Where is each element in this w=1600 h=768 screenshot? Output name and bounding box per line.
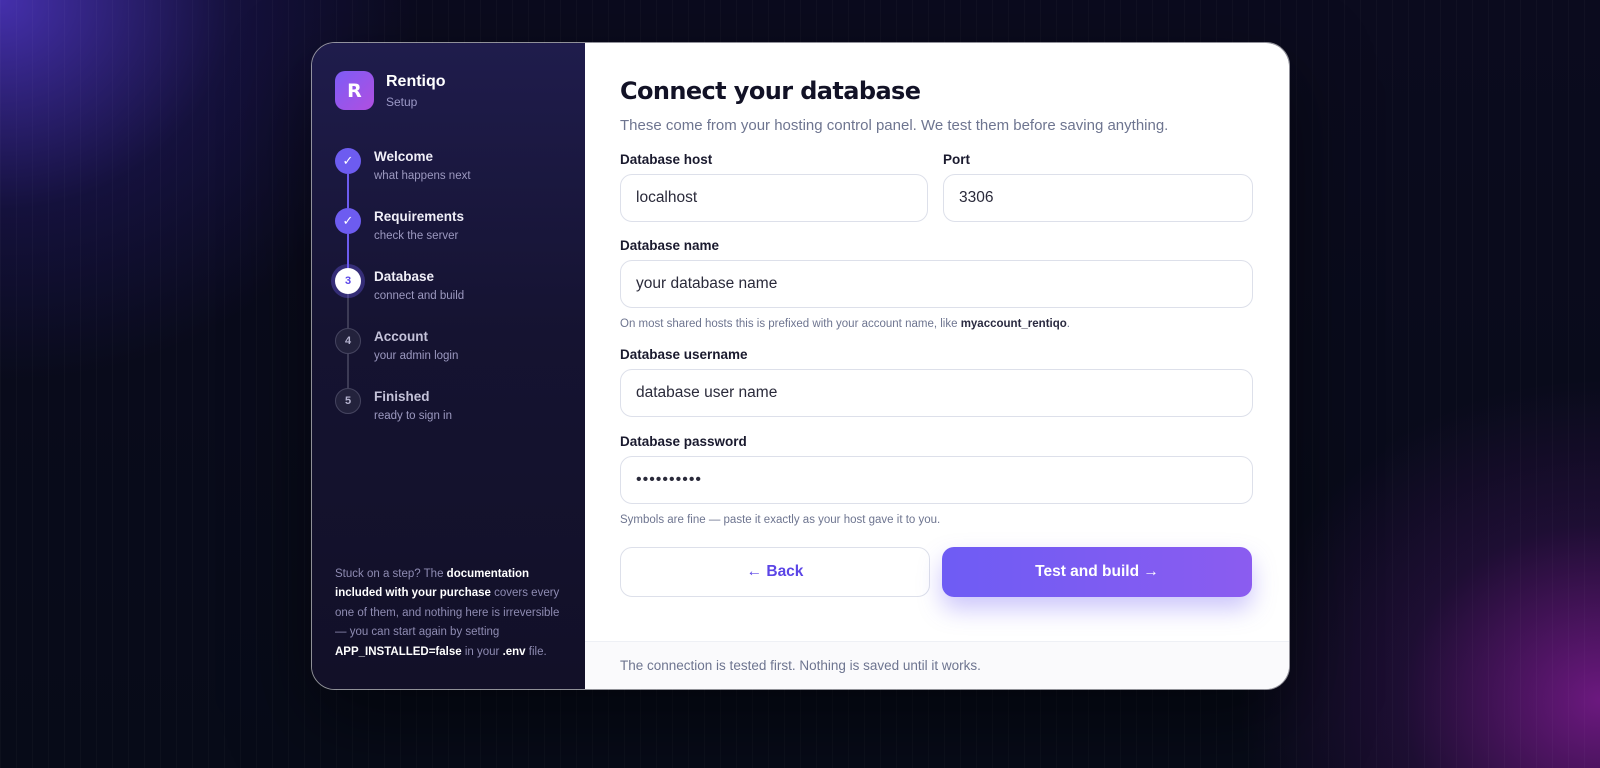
logo-icon: R	[335, 71, 374, 110]
port-input[interactable]	[943, 174, 1253, 222]
back-button[interactable]: ← Back	[620, 547, 930, 597]
host-field: Database host	[620, 152, 928, 222]
step-description: what happens next	[374, 170, 471, 182]
footer-note: The connection is tested first. Nothing …	[585, 641, 1289, 689]
port-field: Port	[943, 152, 1253, 222]
database-name-input[interactable]	[620, 260, 1253, 308]
step-account: 4 Account your admin login	[335, 328, 562, 388]
step-title: Requirements	[374, 209, 465, 224]
env-file: .env	[502, 645, 526, 658]
sidebar: R Rentiqo Setup ✓ Welcome what happens n…	[312, 43, 585, 689]
database-username-input[interactable]	[620, 369, 1253, 417]
check-icon: ✓	[335, 208, 361, 234]
setup-wizard-card: R Rentiqo Setup ✓ Welcome what happens n…	[311, 42, 1290, 690]
brand: R Rentiqo Setup	[335, 71, 562, 110]
step-description: check the server	[374, 230, 459, 242]
port-label: Port	[943, 152, 970, 167]
name-hint: On most shared hosts this is prefixed wi…	[620, 318, 1070, 330]
step-connector	[347, 354, 349, 388]
action-buttons: ← Back Test and build →	[620, 547, 1253, 597]
step-title: Finished	[374, 389, 430, 404]
name-field: Database name On most shared hosts this …	[620, 238, 1253, 330]
username-field: Database username	[620, 347, 1253, 417]
step-description: connect and build	[374, 290, 465, 302]
step-connector	[347, 234, 349, 268]
step-finished: 5 Finished ready to sign in	[335, 388, 562, 448]
host-label: Database host	[620, 152, 713, 167]
step-number: 3	[335, 268, 361, 294]
name-label: Database name	[620, 238, 720, 253]
brand-subtitle: Setup	[386, 94, 418, 109]
check-icon: ✓	[335, 148, 361, 174]
page-subtitle: These come from your hosting control pan…	[620, 117, 1169, 134]
page-title: Connect your database	[620, 77, 921, 105]
test-and-build-button[interactable]: Test and build →	[942, 547, 1252, 597]
step-description: your admin login	[374, 350, 459, 362]
password-field: Database password Symbols are fine — pas…	[620, 434, 1253, 526]
password-label: Database password	[620, 434, 747, 449]
step-database: 3 Database connect and build	[335, 268, 562, 328]
step-number: 5	[335, 388, 361, 414]
step-number: 4	[335, 328, 361, 354]
env-variable: APP_INSTALLED=false	[335, 645, 462, 658]
step-title: Database	[374, 269, 435, 284]
brand-name: Rentiqo	[386, 72, 446, 90]
step-connector	[347, 174, 349, 208]
help-text: Stuck on a step? The documentation inclu…	[335, 567, 560, 658]
step-welcome: ✓ Welcome what happens next	[335, 148, 562, 208]
step-list: ✓ Welcome what happens next ✓ Requiremen…	[335, 148, 562, 448]
step-description: ready to sign in	[374, 410, 452, 422]
example-db-name: myaccount_rentiqo	[960, 318, 1067, 330]
main-panel: Connect your database These come from yo…	[585, 43, 1289, 689]
step-connector	[347, 294, 349, 328]
step-requirements: ✓ Requirements check the server	[335, 208, 562, 268]
database-password-input[interactable]	[620, 456, 1253, 504]
username-label: Database username	[620, 347, 748, 362]
host-port-row: Database host Port	[620, 152, 1253, 222]
step-title: Account	[374, 329, 428, 344]
password-hint: Symbols are fine — paste it exactly as y…	[620, 514, 941, 526]
step-title: Welcome	[374, 149, 434, 164]
database-host-input[interactable]	[620, 174, 928, 222]
